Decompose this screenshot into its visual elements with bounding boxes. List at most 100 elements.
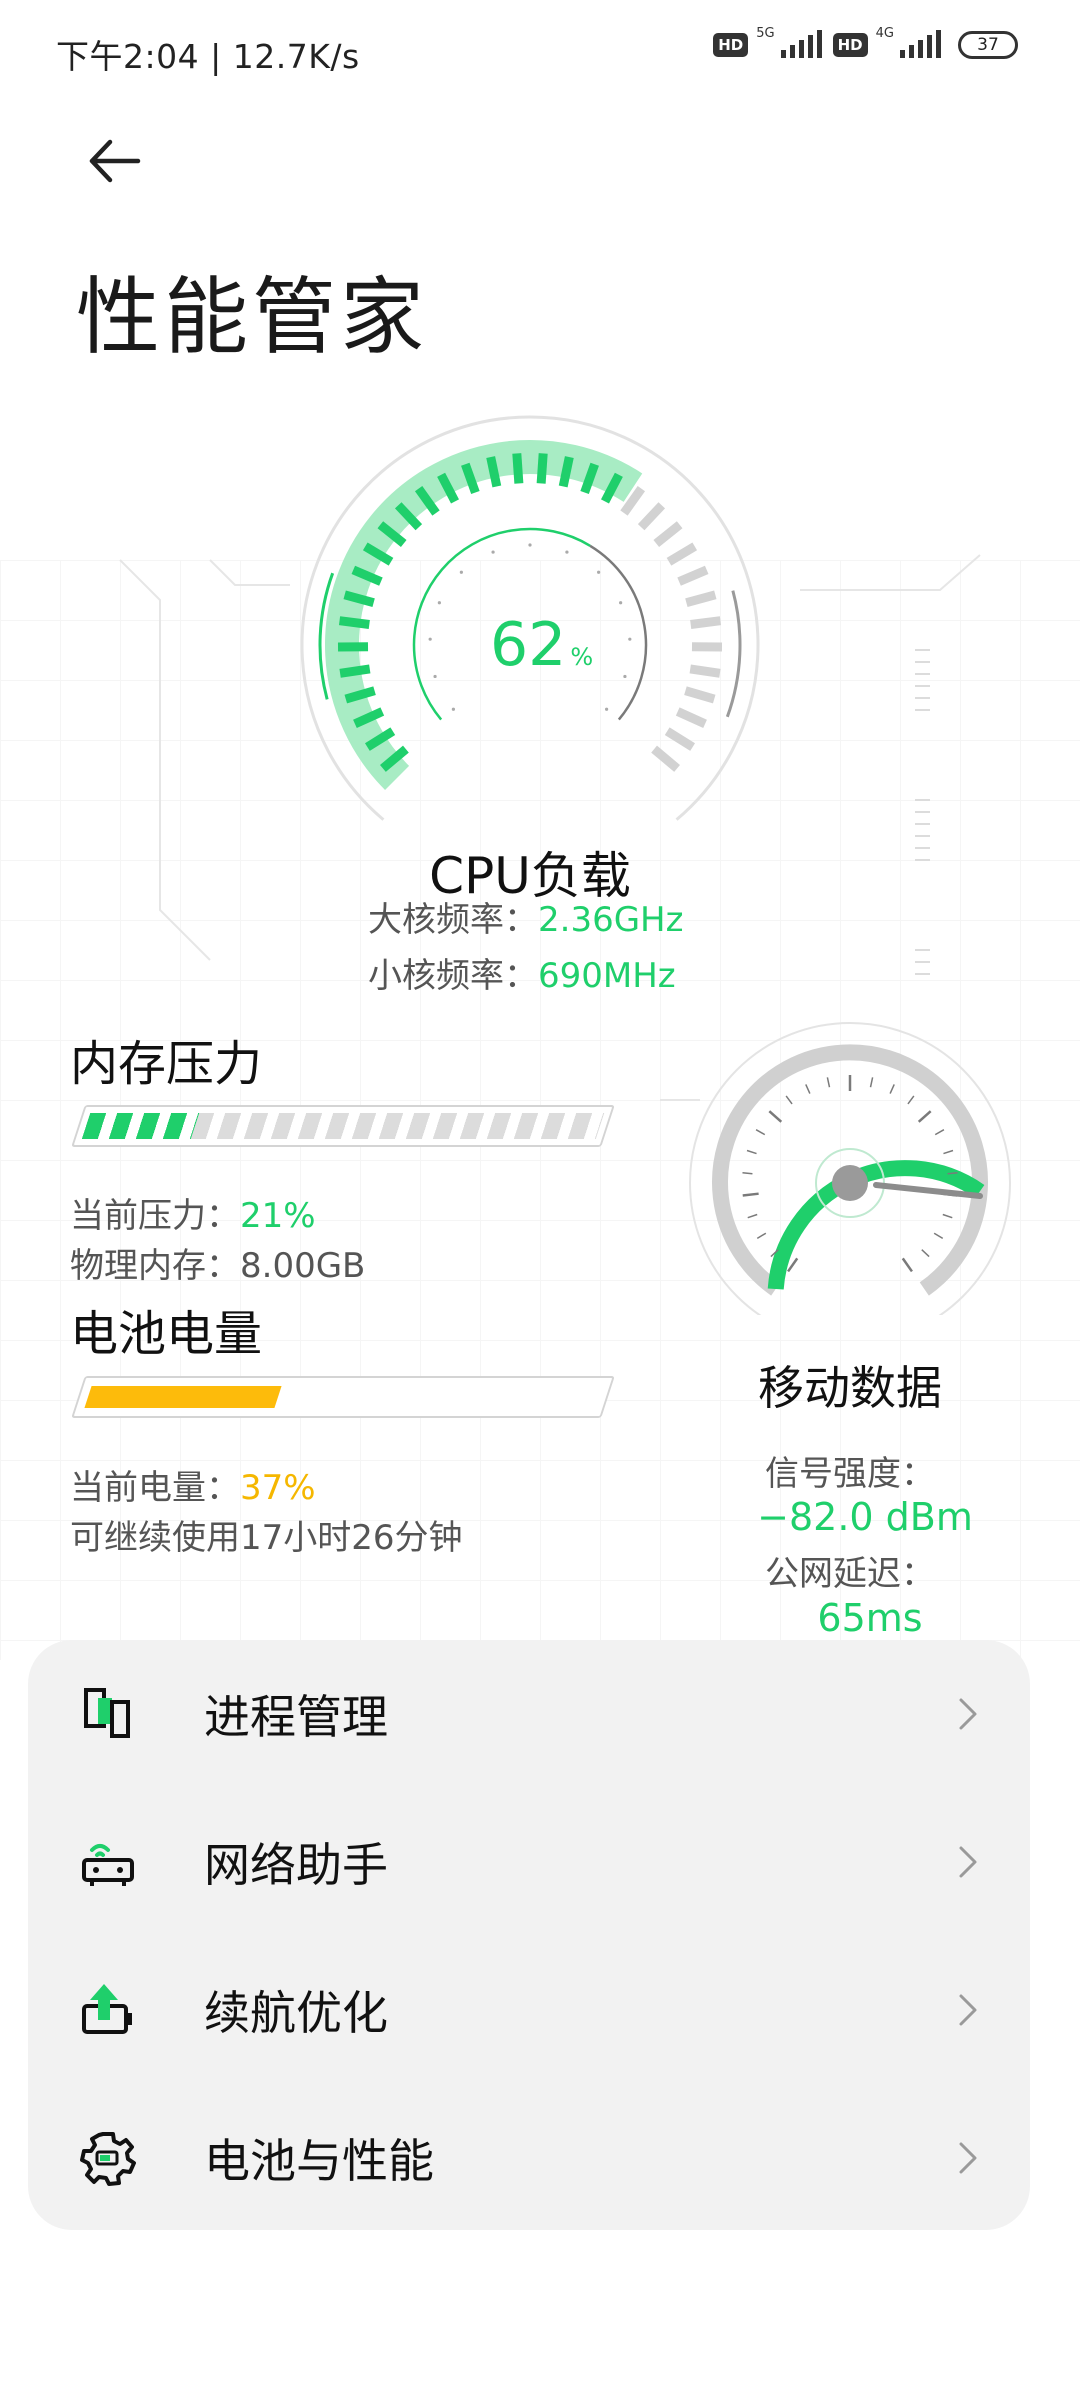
cpu-gauge-segment: [677, 565, 709, 586]
little-core-row: 小核频率：690MHz: [368, 948, 676, 997]
battery-title: 电池电量: [70, 1306, 263, 1362]
cpu-gauge-dot: [528, 543, 532, 547]
memory-pressure-label: 当前压力：: [70, 1196, 240, 1236]
cpu-gauge-dot: [597, 570, 601, 574]
mobile-gauge-tick: [921, 1249, 930, 1258]
cpu-gauge-dot: [628, 637, 632, 641]
menu-item-process-management[interactable]: 进程管理: [28, 1640, 1030, 1788]
chevron-right-icon: [959, 1698, 977, 1730]
cpu-load-value: 62%: [490, 610, 593, 680]
network-type: 4G: [875, 26, 894, 41]
cpu-gauge-segment: [685, 590, 717, 608]
status-bar-right: HD 5G HD 4G 37: [713, 26, 1018, 60]
mobile-gauge-tick: [907, 1095, 915, 1105]
signal-icon: [780, 30, 822, 58]
router-icon: [82, 1844, 134, 1886]
cpu-gauge-segment: [637, 502, 666, 531]
cpu-gauge-dot: [433, 674, 437, 679]
cpu-gauge-segment: [690, 616, 722, 629]
battery-bar-fill: [84, 1386, 282, 1408]
physical-memory-label: 物理内存：: [70, 1246, 240, 1286]
memory-pressure-row: 当前压力：21%: [70, 1188, 316, 1237]
mobile-gauge-tick: [742, 1192, 759, 1197]
cpu-gauge-segment: [512, 453, 524, 484]
gear-icon: [80, 2132, 136, 2186]
menu-label: 续航优化: [204, 1986, 388, 2040]
mobile-gauge-tick: [869, 1077, 874, 1088]
memory-pressure-value: 21%: [240, 1196, 316, 1236]
mobile-data-title: 移动数据: [758, 1361, 942, 1415]
cpu-gauge-segment: [339, 664, 371, 678]
chevron-right-icon: [959, 2142, 977, 2174]
mobile-gauge-tick: [756, 1232, 767, 1239]
menu-item-network-assistant[interactable]: 网络助手: [28, 1788, 1030, 1936]
little-core-label: 小核频率：: [368, 956, 538, 996]
menu-item-battery-performance[interactable]: 电池与性能: [28, 2084, 1030, 2232]
menu-label: 网络助手: [204, 1838, 388, 1892]
mobile-gauge-tick: [826, 1077, 831, 1088]
big-core-value: 2.36GHz: [538, 900, 684, 940]
little-core-value: 690MHz: [538, 956, 676, 996]
mobile-gauge-tick: [746, 1149, 757, 1155]
latency-label: 公网延迟：: [765, 1554, 935, 1594]
back-arrow-icon[interactable]: [84, 130, 146, 192]
chevron-right-icon: [959, 1994, 977, 2026]
menu-item-battery-optimization[interactable]: 续航优化: [28, 1936, 1030, 2084]
mobile-gauge-tick: [917, 1110, 932, 1123]
battery-icon: 37: [958, 31, 1018, 59]
hd-badge: HD: [713, 33, 749, 57]
mobile-gauge-tick: [889, 1084, 895, 1094]
cpu-gauge-dot: [491, 550, 495, 554]
cpu-gauge-segment: [664, 727, 696, 751]
battery-level-label: 当前电量：: [70, 1468, 240, 1508]
cpu-gauge-segment: [558, 456, 574, 488]
signal-strength-value: −82.0 dBm: [757, 1495, 973, 1539]
menu-label: 电池与性能: [204, 2134, 434, 2188]
signal-icon: [900, 30, 941, 58]
battery-percent: 37: [977, 35, 999, 55]
cpu-load-number: 62: [490, 610, 567, 680]
status-divider: |: [210, 37, 233, 76]
mobile-gauge-tick: [787, 1257, 799, 1273]
mobile-data-gauge: [689, 1022, 1011, 1315]
mobile-gauge-tick: [785, 1095, 793, 1105]
status-bar-left: 下午2:04 | 12.7K/s: [56, 30, 360, 78]
cpu-gauge-segment: [338, 616, 370, 629]
physical-memory-value: 8.00GB: [240, 1246, 366, 1286]
cpu-gauge-dot: [565, 550, 569, 554]
battery-level-bar: [71, 1376, 615, 1418]
cpu-gauge-segment: [653, 521, 683, 548]
cpu-gauge-dot: [428, 637, 432, 641]
network-speed: 12.7K/s: [232, 37, 360, 76]
network-type: 5G: [756, 26, 775, 41]
mobile-gauge-tick: [901, 1257, 913, 1273]
chevron-right-icon: [959, 1846, 977, 1878]
cpu-gauge-dot: [451, 707, 455, 711]
cpu-gauge-accent-right: [725, 590, 742, 718]
big-core-label: 大核频率：: [368, 900, 538, 940]
battery-boost-icon: [82, 1984, 132, 2034]
physical-memory-row: 物理内存：8.00GB: [70, 1238, 365, 1287]
cpu-load-unit: %: [570, 643, 594, 671]
cpu-gauge-segment: [666, 542, 698, 566]
mobile-gauge-tick: [747, 1213, 758, 1219]
battery-level-row: 当前电量：37%: [70, 1460, 316, 1509]
memory-bar-fill: [81, 1113, 199, 1139]
big-core-row: 大核频率：2.36GHz: [368, 892, 683, 941]
cpu-gauge-dot: [623, 674, 627, 679]
menu-label: 进程管理: [204, 1690, 388, 1744]
cpu-gauge-segment: [536, 453, 548, 484]
cpu-gauge-dot: [459, 570, 463, 574]
hd-badge: HD: [832, 33, 868, 57]
battery-remaining: 可继续使用17小时26分钟: [70, 1518, 463, 1558]
cpu-gauge-segment: [684, 686, 716, 704]
mobile-gauge-tick: [942, 1213, 953, 1219]
latency-value: 65ms: [817, 1596, 923, 1640]
cpu-gauge-segment: [689, 664, 721, 678]
cpu-gauge-dot: [605, 707, 609, 711]
signal-strength-label: 信号强度：: [765, 1454, 935, 1494]
cpu-gauge-dot: [619, 601, 623, 605]
memory-pressure-bar: [71, 1105, 615, 1147]
mobile-gauge-tick: [768, 1110, 783, 1123]
tools-menu-card: 进程管理 网络助手 续航优化 电池与性能: [28, 1640, 1030, 2230]
